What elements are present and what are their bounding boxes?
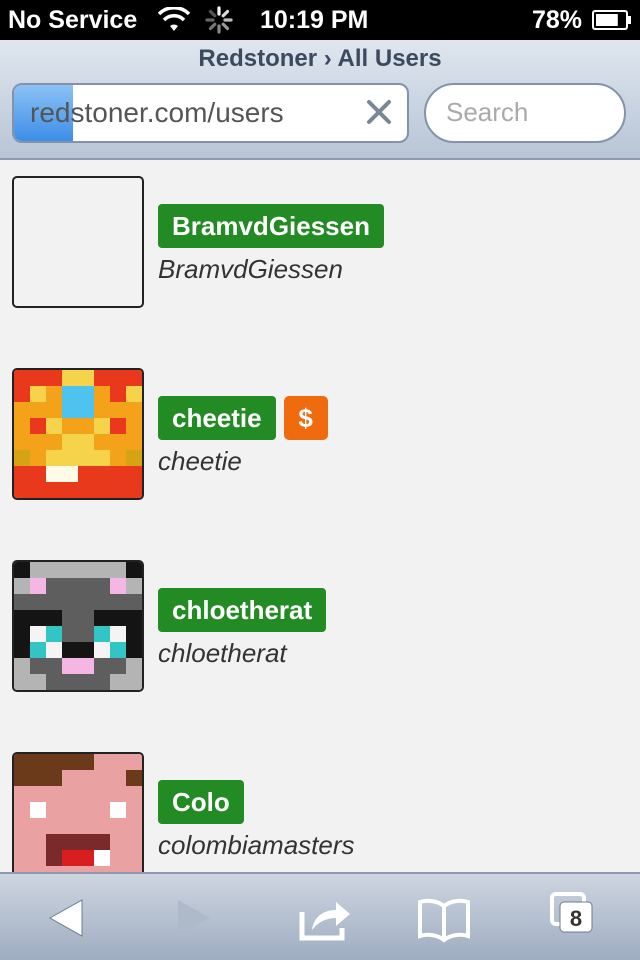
display-name-badge[interactable]: chloetherat xyxy=(158,588,327,632)
list-item[interactable]: chloetherat chloetherat xyxy=(0,546,640,692)
avatar[interactable] xyxy=(12,176,144,308)
user-list: BramvdGiessen BramvdGiessen cheetie $ ch… xyxy=(0,162,640,872)
status-bar: No Service 10:19 PM 78% xyxy=(0,0,640,40)
battery-percent: 78% xyxy=(532,6,583,34)
tabs-icon[interactable]: 8 xyxy=(546,890,606,946)
display-name-badge[interactable]: Colo xyxy=(158,780,244,824)
url-text: redstoner.com/users xyxy=(30,97,284,128)
battery-icon xyxy=(592,10,631,30)
share-icon[interactable] xyxy=(296,890,356,946)
wifi-icon xyxy=(158,7,190,31)
username: chloetherat xyxy=(158,638,287,668)
avatar[interactable] xyxy=(12,752,144,872)
donor-badge: $ xyxy=(283,396,328,440)
forward-arrow-icon[interactable] xyxy=(164,890,224,946)
carrier-label: No Service xyxy=(8,6,138,34)
browser-chrome: Redstoner › All Users redstoner.com/user… xyxy=(0,40,640,160)
display-name-badge[interactable]: cheetie xyxy=(158,396,276,440)
username: BramvdGiessen xyxy=(158,254,343,284)
bookmarks-icon[interactable] xyxy=(414,890,474,946)
list-item[interactable]: Colo colombiamasters xyxy=(0,738,640,872)
username: colombiamasters xyxy=(158,830,355,860)
avatar[interactable] xyxy=(12,368,144,500)
search-field[interactable] xyxy=(424,83,626,143)
clear-icon[interactable] xyxy=(363,96,395,128)
display-name-badge[interactable]: BramvdGiessen xyxy=(158,204,384,248)
activity-spinner-icon xyxy=(205,6,233,34)
browser-toolbar: 8 xyxy=(0,872,640,960)
address-bar[interactable]: redstoner.com/users xyxy=(12,83,409,143)
back-arrow-icon[interactable] xyxy=(36,890,96,946)
avatar[interactable] xyxy=(12,560,144,692)
page-title: Redstoner › All Users xyxy=(198,45,442,72)
username: cheetie xyxy=(158,446,242,476)
search-input[interactable] xyxy=(446,97,616,128)
clock: 10:19 PM xyxy=(260,6,369,34)
list-item[interactable]: BramvdGiessen BramvdGiessen xyxy=(0,162,640,308)
list-item[interactable]: cheetie $ cheetie xyxy=(0,354,640,500)
tabs-count: 8 xyxy=(570,906,582,931)
